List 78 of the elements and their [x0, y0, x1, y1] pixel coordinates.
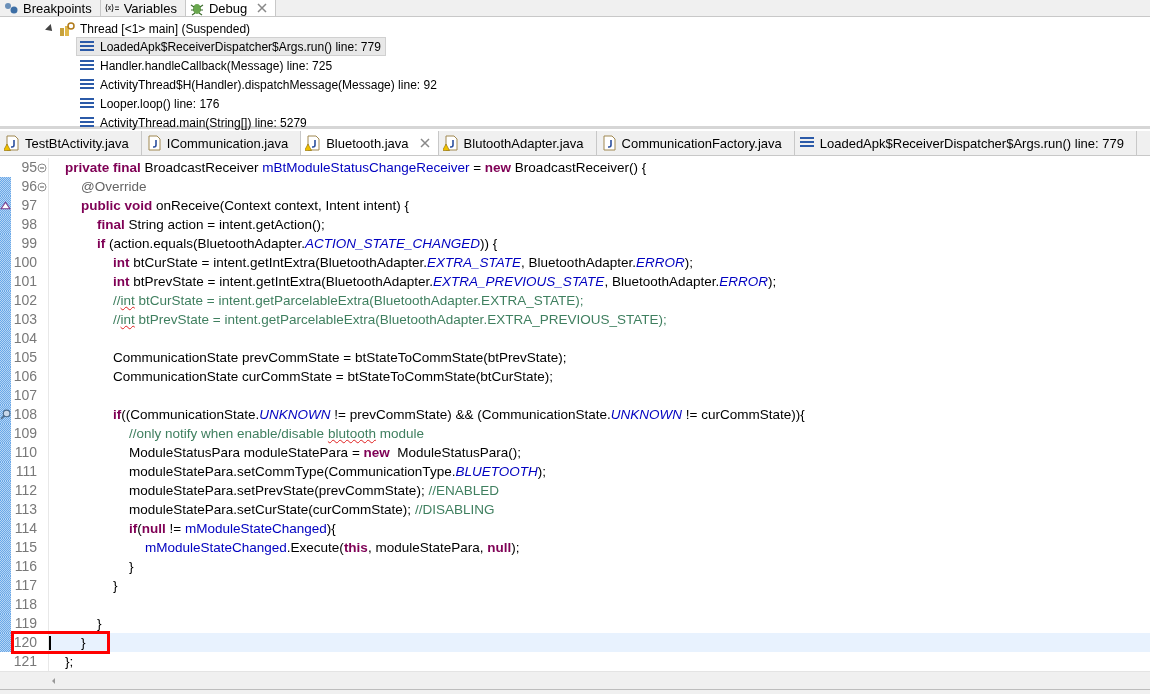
- line-number: 100: [13, 254, 37, 270]
- view-tab[interactable]: Breakpoints: [0, 0, 101, 16]
- line-number: 97: [21, 197, 37, 213]
- line-number: 110: [14, 444, 37, 460]
- code-line: int btCurState = intent.getIntExtra(BluetoothAdapter.EXTRA_STATE, BluetoothAdapter.ERROR);: [113, 254, 693, 272]
- line-number: 101: [13, 273, 37, 289]
- code-line: //int btPrevState = intent.getParcelableExtra(BluetoothAdapter.EXTRA_PREVIOUS_STATE);: [113, 311, 667, 329]
- code-line: moduleStatePara.setCommType(CommunicationType.BLUETOOTH);: [129, 463, 546, 481]
- editor-tab[interactable]: TestBtActivity.java: [0, 131, 142, 155]
- line-number: 106: [13, 368, 37, 384]
- code-line: //int btCurState = intent.getParcelableExtra(BluetoothAdapter.EXTRA_STATE);: [113, 292, 584, 310]
- stack-frame[interactable]: ActivityThread.main(String[]) line: 5279: [76, 113, 312, 132]
- code-line: moduleStatePara.setPrevState(prevCommState); //ENABLED: [129, 482, 499, 500]
- stack-frame[interactable]: LoadedApk$ReceiverDispatcher$Args.run() line: 779: [76, 37, 386, 56]
- line-number: 113: [14, 501, 37, 517]
- stack-frame[interactable]: Looper.loop() line: 176: [76, 94, 225, 113]
- line-number: 99: [21, 235, 37, 251]
- line-number: 120: [13, 634, 37, 650]
- code-line: }: [129, 558, 134, 576]
- line-number: 117: [14, 577, 37, 593]
- editor-tab[interactable]: CommunicationFactory.java: [596, 131, 795, 155]
- line-number: 108: [13, 406, 37, 422]
- line-number: 111: [15, 463, 37, 479]
- view-tab[interactable]: Variables: [100, 0, 186, 16]
- code-line: ModuleStatusPara moduleStatePara = new ModuleStatusPara();: [129, 444, 522, 462]
- code-line: final String action = intent.getAction();: [97, 216, 325, 234]
- horizontal-scrollbar[interactable]: [0, 671, 1150, 689]
- line-number: 104: [13, 330, 37, 346]
- thread-icon: [59, 20, 75, 37]
- java-file-icon: [600, 135, 617, 151]
- code-line: CommunicationState prevCommState = btStateToCommState(btPrevState);: [113, 349, 567, 367]
- close-icon[interactable]: [257, 3, 268, 13]
- code-line: moduleStatePara.setCurState(curCommState); //DISABLING: [129, 501, 495, 519]
- line-number: 96: [21, 178, 37, 194]
- editor-tab[interactable]: ICommunication.java: [141, 131, 302, 155]
- code-line: }: [97, 615, 102, 633]
- code-line: public void onReceive(Context context, Intent intent) {: [81, 197, 409, 215]
- stack-frame[interactable]: Handler.handleCallback(Message) line: 725: [76, 56, 338, 75]
- code-line: };: [65, 653, 74, 671]
- scroll-left-arrow-icon[interactable]: [50, 676, 58, 685]
- code-line: mModuleStateChanged.Execute(this, moduleStatePara, null);: [145, 539, 520, 557]
- collapse-icon[interactable]: [37, 162, 47, 173]
- search-icon: [0, 409, 11, 420]
- code-line: if((CommunicationState.UNKNOWN != prevCommState) && (CommunicationState.UNKNOWN != curCommState)){: [113, 406, 805, 424]
- line-number: 107: [13, 387, 37, 403]
- line-number: 118: [14, 596, 37, 612]
- close-icon[interactable]: [419, 138, 430, 148]
- line-number: 105: [13, 349, 37, 365]
- code-line: if(null != mModuleStateChanged){: [129, 520, 336, 538]
- line-number: 114: [14, 520, 37, 536]
- code-line: CommunicationState curCommState = btStateToCommState(btCurState);: [113, 368, 554, 386]
- java-file-icon: [145, 135, 162, 151]
- thread-label[interactable]: Thread [<1> main] (Suspended): [80, 21, 251, 36]
- line-number: 98: [21, 216, 37, 232]
- line-number: 121: [13, 653, 37, 669]
- line-number: 103: [13, 311, 37, 327]
- code-line: }: [113, 577, 118, 595]
- text-cursor: [49, 636, 51, 650]
- line-number: 112: [14, 482, 37, 498]
- code-line: private final BroadcastReceiver mBtModuleStatusChangeReceiver = new BroadcastReceiver() {: [65, 159, 647, 177]
- code-line: if (action.equals(BluetoothAdapter.ACTION_STATE_CHANGED)) {: [97, 235, 498, 253]
- code-line: @Override: [81, 178, 147, 196]
- line-number: 119: [14, 615, 37, 631]
- editor-tab[interactable]: BlutoothAdapter.java: [438, 131, 597, 155]
- line-number: 102: [13, 292, 37, 308]
- code-line: //only notify when enable/disable blutooth module: [129, 425, 424, 443]
- stack-frame[interactable]: ActivityThread$H(Handler).dispatchMessage(Message) line: 92: [76, 75, 442, 94]
- view-tab[interactable]: Debug: [185, 0, 277, 16]
- line-number: 115: [14, 539, 37, 555]
- code-line: int btPrevState = intent.getIntExtra(BluetoothAdapter.EXTRA_PREVIOUS_STATE, BluetoothAdapter.ERROR);: [113, 273, 777, 291]
- line-number: 109: [13, 425, 37, 441]
- editor-tab[interactable]: Bluetooth.java: [301, 131, 439, 155]
- code-line: }: [81, 634, 86, 652]
- breakpoints-icon: [3, 0, 19, 16]
- editor-tab[interactable]: LoadedApk$ReceiverDispatcher$Args.run() line: 779: [794, 131, 1137, 155]
- line-number: 95: [21, 159, 37, 175]
- collapse-icon[interactable]: [37, 181, 47, 192]
- line-number: 116: [14, 558, 37, 574]
